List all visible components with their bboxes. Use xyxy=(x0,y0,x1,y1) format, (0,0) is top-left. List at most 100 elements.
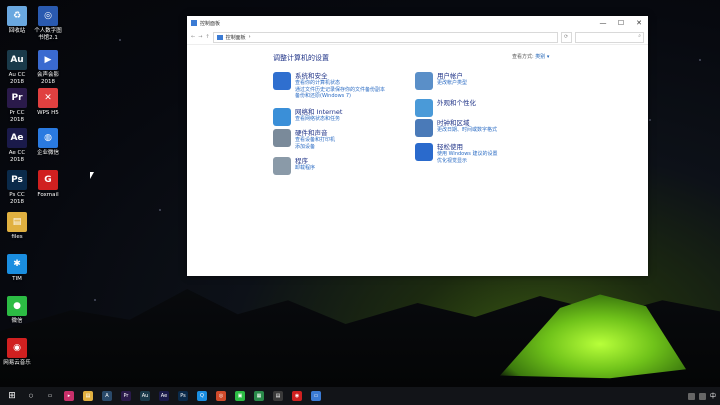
taskbar-pr-button[interactable]: Pr xyxy=(118,387,134,405)
control-panel-icon xyxy=(191,20,197,26)
view-by-dropdown[interactable]: 类别 ▾ xyxy=(535,54,549,60)
category-link[interactable]: 备份和还原(Windows 7) xyxy=(295,93,385,100)
category-title[interactable]: 用户帐户 xyxy=(437,72,467,80)
system-tray: 中 xyxy=(687,392,720,400)
category-title[interactable]: 程序 xyxy=(295,157,315,165)
desktop-icon-label: 网易云音乐 xyxy=(3,360,31,366)
refresh-icon[interactable]: ⟳ xyxy=(560,31,572,43)
taskbar-au-button[interactable]: Au xyxy=(137,387,153,405)
category-icon[interactable] xyxy=(415,99,433,117)
category-title[interactable]: 轻松使用 xyxy=(437,143,498,151)
desktop-icon-label: Ps CC 2018 xyxy=(9,192,25,205)
category-icon[interactable] xyxy=(273,72,291,90)
minimize-button[interactable]: — xyxy=(594,16,612,30)
address-chevron-icon[interactable]: › xyxy=(249,34,251,40)
taskbar-app-e-button[interactable]: ▤ xyxy=(270,387,286,405)
desktop-icon[interactable]: Pr Pr CC 2018 xyxy=(2,88,32,124)
taskbar-app-d-button[interactable]: ▦ xyxy=(251,387,267,405)
up-icon[interactable]: ↑ xyxy=(205,34,209,40)
category-link[interactable]: 更改日期、时间或数字格式 xyxy=(437,127,497,134)
desktop-icon[interactable]: Ae Ae CC 2018 xyxy=(2,128,32,164)
app-icon: ◍ xyxy=(38,128,58,148)
category-title[interactable]: 系统和安全 xyxy=(295,72,385,80)
desktop-icon[interactable]: Au Au CC 2018 xyxy=(2,50,32,86)
netease-icon: ◉ xyxy=(292,391,302,401)
desktop-icon-label: Au CC 2018 xyxy=(8,72,26,85)
desktop-icon[interactable]: ♻ 回收站 xyxy=(2,6,32,35)
app-icon: Pr xyxy=(7,88,27,108)
desktop-icon[interactable]: ▤ files xyxy=(2,212,32,241)
desktop-icon-label: 个人数字图书馆2.1 xyxy=(34,28,62,41)
category-link[interactable]: 卸载程序 xyxy=(295,165,315,172)
category-icon[interactable] xyxy=(415,143,433,161)
category-link[interactable]: 优化视觉显示 xyxy=(437,158,498,165)
desktop-icon[interactable]: G Foxmail xyxy=(33,170,63,199)
app-icon: ▤ xyxy=(7,212,27,232)
control-panel-small-icon xyxy=(216,34,223,40)
category-title[interactable]: 硬件和声音 xyxy=(295,129,335,137)
start-button[interactable]: ⊞ xyxy=(4,387,20,405)
ime-indicator[interactable]: 中 xyxy=(710,393,716,400)
category-icon[interactable] xyxy=(415,72,433,90)
task-view-icon: ▭ xyxy=(45,391,55,401)
control-panel-window[interactable]: 控制面板 — ☐ ✕ ← → ↑ 控制面板 › ⟳ ⌕ 调整计算机的设置 查看方… xyxy=(187,16,648,276)
desktop-icon-label: Pr CC 2018 xyxy=(9,110,25,123)
category-title[interactable]: 网络和 Internet xyxy=(295,108,342,116)
desktop-icon[interactable]: Ps Ps CC 2018 xyxy=(2,170,32,206)
category-categories_left-0: 系统和安全 查看你的计算机状态 通过文件历史记录保存你的文件备份副本 备份和还原(Wi… xyxy=(273,72,385,100)
close-button[interactable]: ✕ xyxy=(630,16,648,30)
category-link[interactable]: 查看设备和打印机 xyxy=(295,137,335,144)
category-categories_left-2: 硬件和声音 查看设备和打印机 添加设备 xyxy=(273,129,335,150)
desktop-icon[interactable]: ✱ TIM xyxy=(2,254,32,283)
desktop-icon[interactable]: ● 微信 xyxy=(2,296,32,325)
ae-icon: Ae xyxy=(159,391,169,401)
category-icon[interactable] xyxy=(415,119,433,137)
address-bar[interactable]: 控制面板 › xyxy=(212,31,558,43)
category-link[interactable]: 查看网络状态和任务 xyxy=(295,116,342,123)
category-title[interactable]: 时钟和区域 xyxy=(437,119,497,127)
back-icon[interactable]: ← xyxy=(191,34,195,40)
pr-icon: Pr xyxy=(121,391,131,401)
taskbar-app-c-button[interactable]: ▣ xyxy=(232,387,248,405)
category-title[interactable]: 外观和个性化 xyxy=(437,99,476,107)
taskbar-files-button[interactable]: ▤ xyxy=(80,387,96,405)
desktop-icon[interactable]: ✕ WPS H5 xyxy=(33,88,63,117)
forward-icon[interactable]: → xyxy=(198,34,202,40)
navigation-bar: ← → ↑ 控制面板 › ⟳ ⌕ xyxy=(187,30,648,45)
search-input[interactable]: ⌕ xyxy=(574,31,644,43)
taskbar-control-panel-button[interactable]: ▭ xyxy=(308,387,324,405)
taskbar-chrome-button[interactable]: ◎ xyxy=(213,387,229,405)
desktop-icon-label: 微信 xyxy=(11,318,23,324)
category-icon[interactable] xyxy=(273,108,291,126)
category-categories_left-3: 程序 卸载程序 xyxy=(273,157,315,175)
app-a-icon: ▸ xyxy=(64,391,74,401)
app-icon: Ps xyxy=(7,170,27,190)
taskbar-qq-button[interactable]: Q xyxy=(194,387,210,405)
category-icon[interactable] xyxy=(273,129,291,147)
maximize-button[interactable]: ☐ xyxy=(612,16,630,30)
title-bar[interactable]: 控制面板 — ☐ ✕ xyxy=(187,16,648,30)
tray-icon[interactable] xyxy=(687,392,695,400)
app-icon: Au xyxy=(7,50,27,70)
category-categories_right-3: 轻松使用 使用 Windows 建议的设置 优化视觉显示 xyxy=(415,143,498,164)
desktop-icon-label: 企业微信 xyxy=(36,150,59,156)
taskbar-netease-button[interactable]: ◉ xyxy=(289,387,305,405)
taskbar-ae-button[interactable]: Ae xyxy=(156,387,172,405)
desktop-icon[interactable]: ◎ 个人数字图书馆2.1 xyxy=(33,6,63,42)
view-by-label: 查看方式: xyxy=(512,54,534,60)
category-link[interactable]: 使用 Windows 建议的设置 xyxy=(437,151,498,158)
category-categories_right-2: 时钟和区域 更改日期、时间或数字格式 xyxy=(415,119,497,137)
category-link[interactable]: 更改帐户类型 xyxy=(437,80,467,87)
desktop-icon[interactable]: ◍ 企业微信 xyxy=(33,128,63,157)
taskbar-app-a-button[interactable]: ▸ xyxy=(61,387,77,405)
category-icon[interactable] xyxy=(273,157,291,175)
taskbar-search-button[interactable]: ○ xyxy=(23,387,39,405)
desktop-icon[interactable]: ◉ 网易云音乐 xyxy=(2,338,32,367)
desktop-icon[interactable]: ▶ 会声会影2018 xyxy=(33,50,63,86)
taskbar-task-view-button[interactable]: ▭ xyxy=(42,387,58,405)
taskbar-app-b-button[interactable]: A xyxy=(99,387,115,405)
category-link[interactable]: 添加设备 xyxy=(295,144,335,151)
tray-icon[interactable] xyxy=(698,392,706,400)
category-categories_right-0: 用户帐户 更改帐户类型 xyxy=(415,72,467,90)
taskbar-ps-button[interactable]: Ps xyxy=(175,387,191,405)
